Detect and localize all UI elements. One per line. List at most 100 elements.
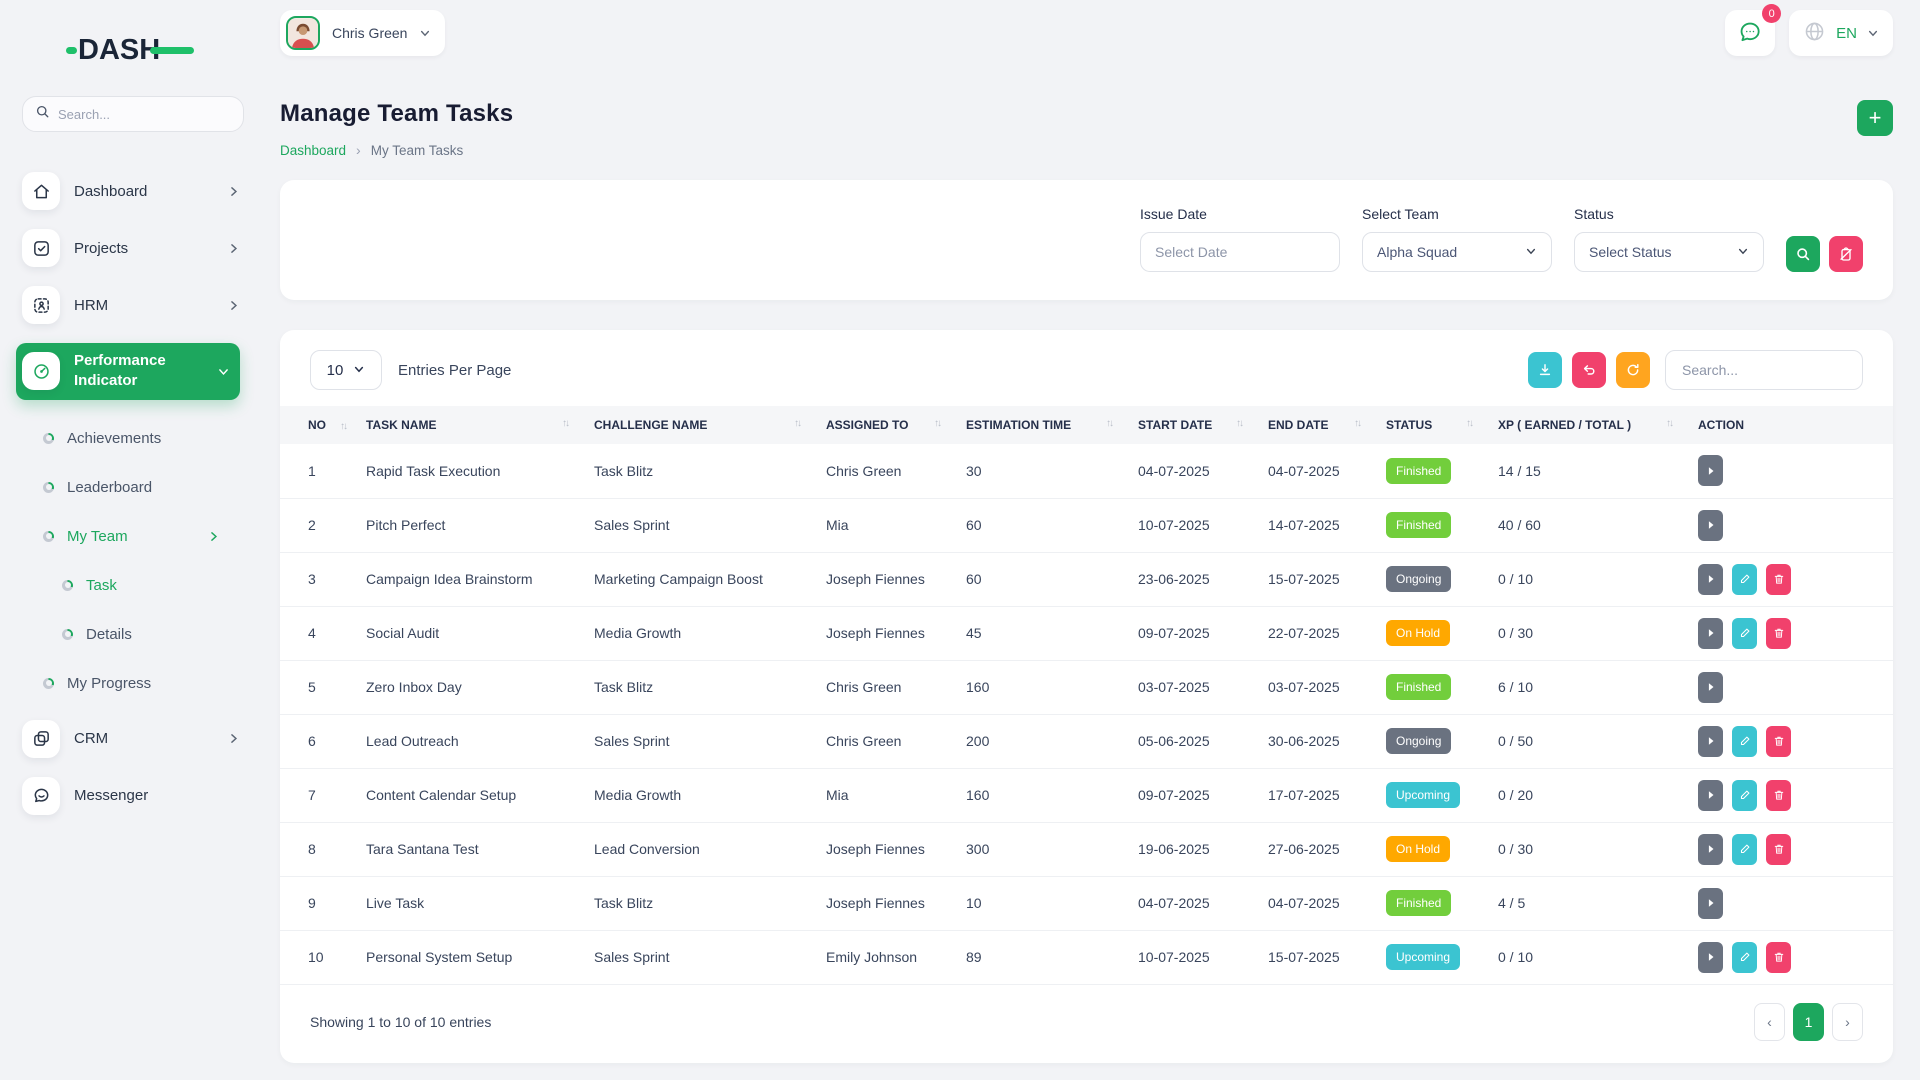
column-header-task-name[interactable]: TASK NAME↑↓ xyxy=(356,406,584,444)
breadcrumb: Dashboard › My Team Tasks xyxy=(280,142,513,158)
status-label: Status xyxy=(1574,206,1764,222)
team-select[interactable]: Alpha Squad xyxy=(1362,232,1552,272)
view-task-button[interactable] xyxy=(1698,726,1723,757)
view-task-button[interactable] xyxy=(1698,888,1723,919)
column-header-start-date[interactable]: START DATE↑↓ xyxy=(1128,406,1258,444)
view-task-button[interactable] xyxy=(1698,510,1723,541)
cell-assigned-to: Chris Green xyxy=(816,444,956,498)
sidebar-search-input[interactable] xyxy=(58,107,208,122)
view-task-button[interactable] xyxy=(1698,834,1723,865)
sidebar-item-projects[interactable]: Projects xyxy=(22,229,240,267)
sidebar-item-my-team[interactable]: My Team xyxy=(22,512,240,561)
undo-button[interactable] xyxy=(1572,352,1606,388)
export-button[interactable] xyxy=(1528,352,1562,388)
sidebar-item-my-progress[interactable]: My Progress xyxy=(22,659,240,708)
sidebar-item-label: Dashboard xyxy=(74,183,147,200)
edit-task-button[interactable] xyxy=(1732,942,1757,973)
prev-page-button[interactable]: ‹ xyxy=(1754,1003,1785,1041)
view-task-button[interactable] xyxy=(1698,455,1723,486)
view-task-button[interactable] xyxy=(1698,564,1723,595)
edit-task-button[interactable] xyxy=(1732,618,1757,649)
column-header-xp[interactable]: XP ( EARNED / TOTAL )↑↓ xyxy=(1488,406,1688,444)
cell-xp: 40 / 60 xyxy=(1488,498,1688,552)
cell-start-date: 10-07-2025 xyxy=(1128,930,1258,984)
sidebar-item-label: Projects xyxy=(74,240,128,257)
pencil-icon xyxy=(1739,573,1751,585)
add-task-button[interactable]: + xyxy=(1857,100,1893,136)
sidebar-search[interactable] xyxy=(22,96,244,132)
cell-challenge-name: Lead Conversion xyxy=(584,822,816,876)
play-icon xyxy=(1706,898,1716,908)
cell-xp: 14 / 15 xyxy=(1488,444,1688,498)
play-icon xyxy=(1706,628,1716,638)
column-header-end-date[interactable]: END DATE↑↓ xyxy=(1258,406,1376,444)
cell-estimation-time: 10 xyxy=(956,876,1128,930)
view-task-button[interactable] xyxy=(1698,618,1723,649)
sidebar-item-hrm[interactable]: HRM xyxy=(22,286,240,324)
column-header-challenge-name[interactable]: CHALLENGE NAME↑↓ xyxy=(584,406,816,444)
edit-task-button[interactable] xyxy=(1732,564,1757,595)
column-header-estimation-time[interactable]: ESTIMATION TIME↑↓ xyxy=(956,406,1128,444)
sidebar-item-task[interactable]: Task xyxy=(41,561,240,610)
sort-icon: ↑↓ xyxy=(934,418,940,429)
title-row: Manage Team Tasks Dashboard › My Team Ta… xyxy=(280,100,1893,158)
column-header-status[interactable]: STATUS↑↓ xyxy=(1376,406,1488,444)
edit-task-button[interactable] xyxy=(1732,726,1757,757)
showing-entries-text: Showing 1 to 10 of 10 entries xyxy=(310,1014,491,1030)
sidebar-item-achievements[interactable]: Achievements xyxy=(22,414,240,463)
delete-task-button[interactable] xyxy=(1766,726,1791,757)
cell-assigned-to: Joseph Fiennes xyxy=(816,606,956,660)
delete-task-button[interactable] xyxy=(1766,942,1791,973)
page-1-button[interactable]: 1 xyxy=(1793,1003,1824,1041)
next-page-button[interactable]: › xyxy=(1832,1003,1863,1041)
sidebar-item-messenger[interactable]: Messenger xyxy=(22,777,240,815)
edit-task-button[interactable] xyxy=(1732,834,1757,865)
sidebar-item-crm[interactable]: CRM xyxy=(22,720,240,758)
filter-search-button[interactable] xyxy=(1786,236,1820,272)
messenger-icon xyxy=(22,777,60,815)
sidebar: DASH Dashboard Projects HR xyxy=(0,0,256,1080)
table-search-input[interactable] xyxy=(1665,350,1863,390)
column-header-action: ACTION xyxy=(1688,406,1893,444)
delete-task-button[interactable] xyxy=(1766,618,1791,649)
table-row: 3 Campaign Idea Brainstorm Marketing Cam… xyxy=(280,552,1893,606)
delete-task-button[interactable] xyxy=(1766,780,1791,811)
cell-xp: 0 / 30 xyxy=(1488,606,1688,660)
breadcrumb-dashboard-link[interactable]: Dashboard xyxy=(280,143,346,158)
status-badge: Ongoing xyxy=(1386,728,1451,754)
delete-task-button[interactable] xyxy=(1766,834,1791,865)
sidebar-item-performance-indicator[interactable]: Performance Indicator xyxy=(16,343,240,400)
view-task-button[interactable] xyxy=(1698,942,1723,973)
sidebar-item-dashboard[interactable]: Dashboard xyxy=(22,172,240,210)
filter-clear-button[interactable] xyxy=(1829,236,1863,272)
sidebar-item-leaderboard[interactable]: Leaderboard xyxy=(22,463,240,512)
sidebar-item-details[interactable]: Details xyxy=(41,610,240,659)
column-header-assigned-to[interactable]: ASSIGNED TO↑↓ xyxy=(816,406,956,444)
sort-icon: ↑↓ xyxy=(794,418,800,429)
refresh-button[interactable] xyxy=(1616,352,1650,388)
status-badge: Upcoming xyxy=(1386,944,1460,970)
language-selector[interactable]: EN xyxy=(1789,10,1893,56)
chat-badge: 0 xyxy=(1762,4,1781,23)
cell-challenge-name: Task Blitz xyxy=(584,444,816,498)
status-select[interactable]: Select Status xyxy=(1574,232,1764,272)
tasks-table: NO↑↓ TASK NAME↑↓ CHALLENGE NAME↑↓ ASSIGN… xyxy=(280,406,1893,985)
delete-task-button[interactable] xyxy=(1766,564,1791,595)
view-task-button[interactable] xyxy=(1698,672,1723,703)
pencil-icon xyxy=(1739,627,1751,639)
globe-icon xyxy=(1803,20,1826,46)
cell-xp: 6 / 10 xyxy=(1488,660,1688,714)
entries-per-page-select[interactable]: 10 xyxy=(310,350,382,390)
chevron-down-icon xyxy=(353,362,365,379)
messages-button[interactable]: 0 xyxy=(1725,10,1775,56)
cell-task-name: Social Audit xyxy=(356,606,584,660)
user-menu[interactable]: Chris Green xyxy=(280,10,445,56)
cell-task-name: Rapid Task Execution xyxy=(356,444,584,498)
edit-task-button[interactable] xyxy=(1732,780,1757,811)
issue-date-input[interactable] xyxy=(1140,232,1340,272)
pagination: ‹ 1 › xyxy=(1754,1003,1863,1041)
view-task-button[interactable] xyxy=(1698,780,1723,811)
language-code: EN xyxy=(1836,25,1857,42)
column-header-no[interactable]: NO↑↓ xyxy=(280,406,356,444)
bullet-icon xyxy=(62,629,73,640)
